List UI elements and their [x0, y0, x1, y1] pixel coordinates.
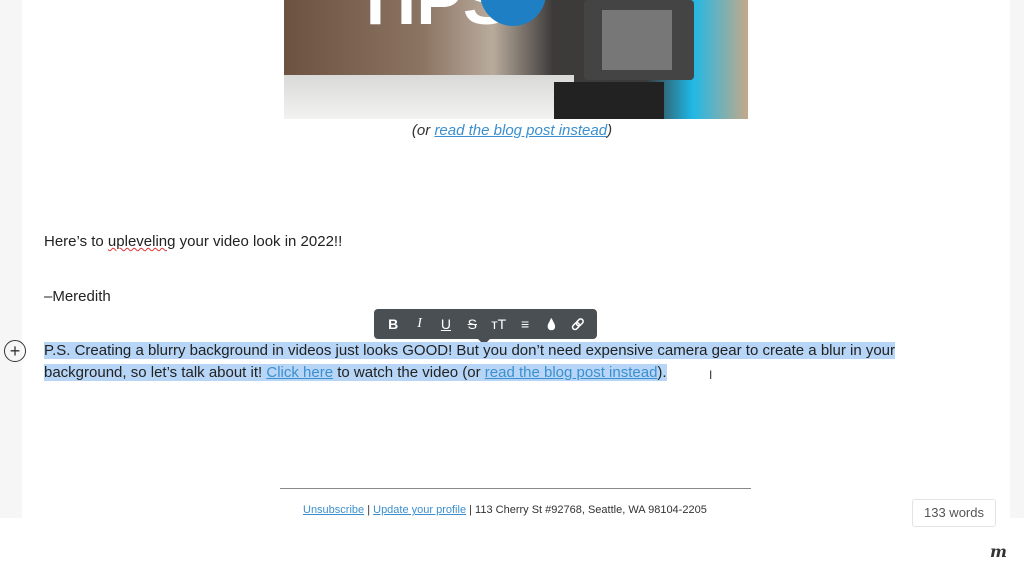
footer-divider	[280, 488, 751, 489]
thumbnail-tripod	[554, 82, 664, 119]
update-profile-link[interactable]: Update your profile	[373, 504, 466, 516]
thumbnail-floor	[284, 75, 574, 119]
italic-button[interactable]: I	[409, 316, 431, 332]
word-count-badge: 133 words	[912, 499, 996, 527]
video-thumbnail[interactable]: TIPS	[284, 0, 748, 119]
text-size-button[interactable]: тT	[488, 316, 510, 332]
text-cursor-icon: I	[709, 368, 713, 382]
bold-button[interactable]: B	[382, 316, 404, 332]
separator: |	[364, 504, 374, 516]
footer-address: | 113 Cherry St #92768, Seattle, WA 9810…	[466, 504, 707, 516]
click-here-link[interactable]: Click here	[266, 364, 333, 381]
blog-post-link[interactable]: read the blog post instead	[434, 122, 607, 139]
ps-paragraph[interactable]: P.S. Creating a blurry background in vid…	[44, 340, 944, 384]
text: to watch the video (or	[333, 364, 485, 381]
align-button[interactable]: ≡	[514, 316, 536, 332]
strikethrough-button[interactable]: S	[461, 316, 483, 332]
unsubscribe-link[interactable]: Unsubscribe	[303, 504, 364, 516]
brand-logo: m	[990, 542, 1007, 561]
signature[interactable]: –Meredith	[44, 286, 111, 308]
caption-or: or	[416, 122, 435, 139]
add-block-icon[interactable]: +	[4, 340, 26, 362]
blog-post-link-2[interactable]: read the blog post instead	[485, 364, 658, 381]
thumbnail-camera-screen	[602, 10, 672, 70]
email-footer: Unsubscribe | Update your profile | 113 …	[303, 504, 707, 516]
caption-paren-close: )	[607, 122, 613, 139]
video-caption: (or read the blog post instead)	[0, 122, 1024, 139]
paragraph-uplevel[interactable]: Here’s to upleveling your video look in …	[44, 231, 342, 253]
text: ).	[657, 364, 667, 381]
text: your video look in 2022!!	[175, 233, 343, 250]
format-toolbar: B I U S тT ≡ 💧 🔗	[374, 309, 597, 345]
color-drop-icon[interactable]: 💧	[540, 318, 562, 331]
text: Here’s to	[44, 233, 108, 250]
link-button[interactable]: 🔗	[567, 318, 589, 331]
underline-button[interactable]: U	[435, 316, 457, 332]
misspelled-word[interactable]: upleveling	[108, 233, 176, 250]
